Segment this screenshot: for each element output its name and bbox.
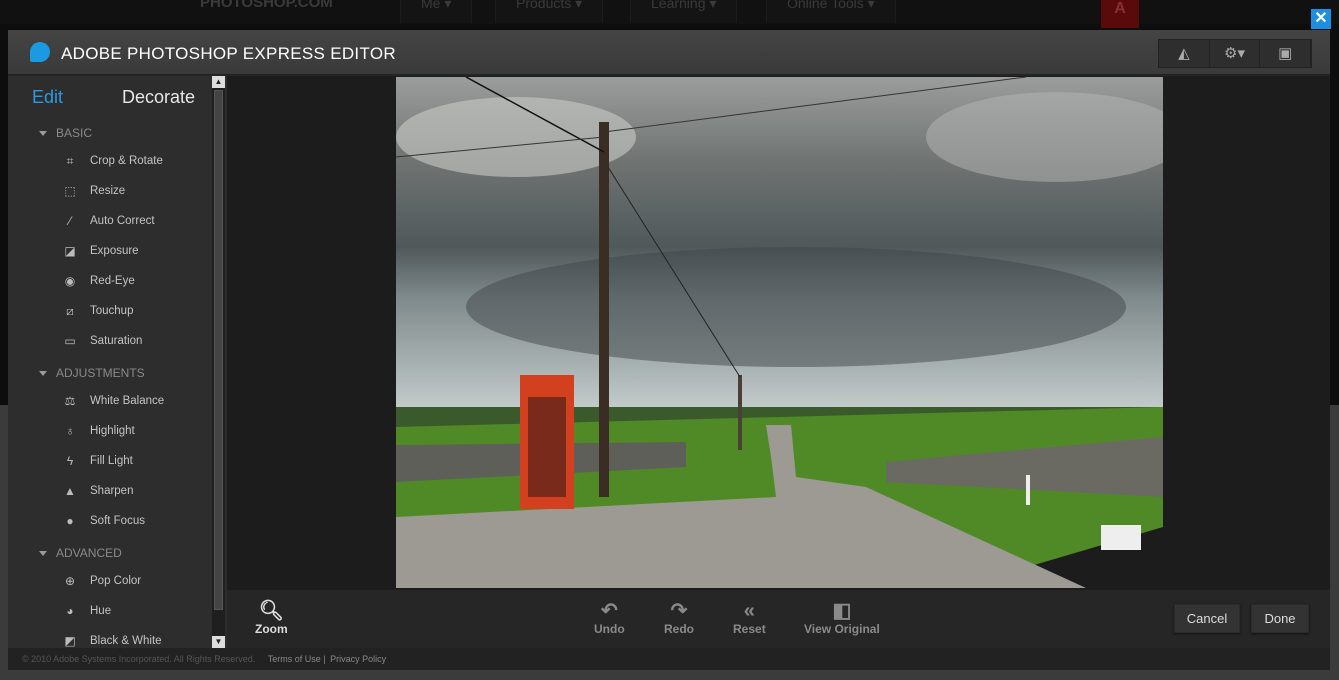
sidebar-item-label: Auto Correct [90, 215, 155, 227]
tool-icon: ⚖ [64, 394, 76, 408]
sidebar-item-label: Black & White [90, 635, 162, 647]
nav-online-tools[interactable]: Online Tools ▾ [766, 0, 896, 23]
sidebar-item-label: Pop Color [90, 575, 142, 587]
tool-icon: ◪ [64, 244, 76, 258]
editor-header: ADOBE PHOTOSHOP EXPRESS EDITOR ◭ ⚙▾ ▣ [8, 30, 1330, 75]
section-label: ADVANCED [56, 546, 122, 560]
compare-icon: ◧ [832, 600, 852, 622]
tools-sidebar: Edit Decorate BASIC ⌗ Crop & Rotate ⬚ Resize… [8, 76, 227, 648]
sidebar-scrollbar[interactable]: ▲ ▼ [212, 76, 225, 648]
tool-icon: ⬚ [64, 184, 76, 198]
copyright: © 2010 Adobe Systems Incorporated. All R… [22, 654, 256, 664]
tab-decorate[interactable]: Decorate [122, 87, 195, 108]
sidebar-item-label: Touchup [90, 305, 134, 317]
done-button[interactable]: Done [1251, 604, 1309, 633]
sidebar-item-label: Red-Eye [90, 275, 135, 287]
reset-icon: « [743, 600, 755, 622]
tool-icon: ⧄ [66, 304, 74, 318]
terms-link[interactable]: Terms of Use [268, 654, 321, 664]
cancel-button[interactable]: Cancel [1174, 604, 1240, 633]
tool-icon: ♁ [65, 424, 75, 438]
view-original-button[interactable]: ◧ View Original [804, 600, 880, 636]
redo-icon: ↷ [670, 600, 688, 622]
sidebar-item-black-white[interactable]: ◩ Black & White [8, 626, 227, 648]
sidebar-item-sharpen[interactable]: ▲ Sharpen [8, 476, 227, 506]
magnifier-icon: 🔍︎ [258, 600, 285, 622]
fullscreen-icon[interactable]: ▣ [1260, 40, 1312, 67]
photoshop-logo-icon [30, 42, 50, 62]
sidebar-item-exposure[interactable]: ◪ Exposure [8, 236, 227, 266]
sidebar-item-label: Sharpen [90, 485, 134, 497]
sidebar-item-fill-light[interactable]: ϟ Fill Light [8, 446, 227, 476]
sidebar-item-white-balance[interactable]: ⚖ White Balance [8, 386, 227, 416]
footer: © 2010 Adobe Systems Incorporated. All R… [8, 648, 1330, 670]
scroll-up-icon[interactable]: ▲ [212, 76, 225, 88]
undo-button[interactable]: ↶ Undo [594, 600, 625, 636]
site-nav: PHOTOSHOP.COM Me ▾ Products ▾ Learning ▾… [0, 0, 1339, 28]
header-tools: ◭ ⚙▾ ▣ [1158, 39, 1312, 68]
gear-icon[interactable]: ⚙▾ [1210, 40, 1261, 67]
megaphone-icon[interactable]: ◭ [1159, 40, 1210, 67]
section-basic[interactable]: BASIC [8, 116, 227, 146]
sidebar-item-pop-color[interactable]: ⊕ Pop Color [8, 566, 227, 596]
nav-me[interactable]: Me ▾ [400, 0, 473, 23]
tool-icon: ▲ [64, 484, 76, 498]
adobe-logo: A [1101, 0, 1139, 28]
privacy-link[interactable]: Privacy Policy [330, 654, 386, 664]
sidebar-item-touchup[interactable]: ⧄ Touchup [8, 296, 227, 326]
tab-edit[interactable]: Edit [32, 87, 63, 108]
sidebar-item-highlight[interactable]: ♁ Highlight [8, 416, 227, 446]
tool-icon: ◉ [64, 274, 76, 288]
tool-icon: ⁄ [68, 214, 71, 228]
tool-icon: ϟ [66, 454, 74, 468]
sidebar-item-label: Saturation [90, 335, 143, 347]
sidebar-item-resize[interactable]: ⬚ Resize [8, 176, 227, 206]
sidebar-item-label: Resize [90, 185, 126, 197]
tool-icon: ⊕ [64, 574, 76, 588]
site-logo[interactable]: PHOTOSHOP.COM [200, 0, 333, 11]
reset-button[interactable]: «Reset [733, 600, 766, 636]
sidebar-item-soft-focus[interactable]: ● Soft Focus [8, 506, 227, 536]
undo-icon: ↶ [600, 600, 618, 622]
sidebar-item-label: Exposure [90, 245, 139, 257]
section-advanced[interactable]: ADVANCED [8, 536, 227, 566]
sidebar-item-hue[interactable]: ◕ Hue [8, 596, 227, 626]
sidebar-item-auto-correct[interactable]: ⁄ Auto Correct [8, 206, 227, 236]
sidebar-item-saturation[interactable]: ▭ Saturation [8, 326, 227, 356]
sidebar-item-label: Fill Light [90, 455, 133, 467]
sidebar-item-label: Hue [90, 605, 112, 617]
photo [396, 77, 1163, 588]
image-canvas [227, 76, 1330, 590]
tool-icon: ▭ [64, 334, 76, 348]
close-icon[interactable]: ✕ [1311, 9, 1331, 29]
tool-icon: ◩ [64, 634, 76, 648]
bottom-toolbar: 🔍︎ Zoom ↶ Undo ↷ Redo «Reset ◧ View Original… [227, 590, 1330, 648]
redo-button[interactable]: ↷ Redo [664, 600, 694, 636]
sidebar-item-label: Highlight [90, 425, 135, 437]
editor-window: ADOBE PHOTOSHOP EXPRESS EDITOR ◭ ⚙▾ ▣ Ed… [8, 30, 1330, 670]
nav-products[interactable]: Products ▾ [495, 0, 604, 23]
sidebar-item-red-eye[interactable]: ◉ Red-Eye [8, 266, 227, 296]
section-adjustments[interactable]: ADJUSTMENTS [8, 356, 227, 386]
sidebar-item-crop-rotate[interactable]: ⌗ Crop & Rotate [8, 146, 227, 176]
section-label: BASIC [56, 126, 93, 140]
sidebar-item-label: Crop & Rotate [90, 155, 163, 167]
section-label: ADJUSTMENTS [56, 366, 145, 380]
scroll-down-icon[interactable]: ▼ [212, 636, 225, 648]
nav-learning[interactable]: Learning ▾ [630, 0, 738, 23]
sidebar-item-label: White Balance [90, 395, 165, 407]
tool-icon: ⌗ [66, 154, 74, 168]
tool-icon: ◕ [66, 604, 74, 618]
tool-icon: ● [66, 514, 74, 528]
sidebar-item-label: Soft Focus [90, 515, 145, 527]
app-title: ADOBE PHOTOSHOP EXPRESS EDITOR [61, 44, 396, 63]
zoom-button[interactable]: 🔍︎ Zoom [255, 600, 288, 636]
scroll-thumb[interactable] [214, 90, 223, 610]
